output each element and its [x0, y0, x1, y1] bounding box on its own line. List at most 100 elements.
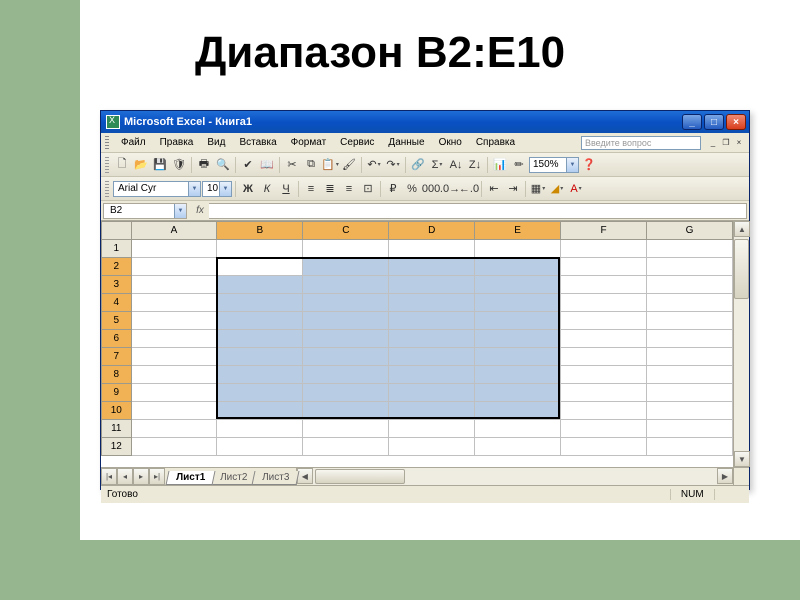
row-header-7[interactable]: 7 [102, 348, 132, 366]
cell-F12[interactable] [561, 438, 647, 456]
cell-D2[interactable] [389, 258, 475, 276]
cell-C7[interactable] [303, 348, 389, 366]
cell-D8[interactable] [389, 366, 475, 384]
vscroll-track[interactable] [734, 237, 749, 451]
cell-B7[interactable] [217, 348, 303, 366]
cell-A8[interactable] [131, 366, 217, 384]
cell-E2[interactable] [475, 258, 561, 276]
chevron-down-icon[interactable]: ▼ [188, 182, 200, 196]
copy-icon[interactable]: ⧉ [302, 156, 320, 174]
cell-E5[interactable] [475, 312, 561, 330]
sheet-tab-Лист1[interactable]: Лист1 [166, 471, 216, 485]
col-header-G[interactable]: G [646, 222, 732, 240]
cell-E1[interactable] [475, 240, 561, 258]
sheet-tab-Лист2[interactable]: Лист2 [210, 471, 258, 485]
font-size-combo[interactable]: 10 ▼ [202, 181, 232, 197]
underline-icon[interactable]: Ч [277, 180, 295, 198]
menu-data[interactable]: Данные [382, 135, 430, 150]
print-preview-icon[interactable]: 🔍 [214, 156, 232, 174]
zoom-combo[interactable]: 150% ▼ [529, 157, 579, 173]
italic-icon[interactable]: К [258, 180, 276, 198]
bold-icon[interactable]: Ж [239, 180, 257, 198]
cell-B10[interactable] [217, 402, 303, 420]
cell-A12[interactable] [131, 438, 217, 456]
cell-D4[interactable] [389, 294, 475, 312]
help-search-box[interactable]: Введите вопрос [581, 136, 701, 150]
align-left-icon[interactable]: ≡ [302, 180, 320, 198]
cell-A4[interactable] [131, 294, 217, 312]
cell-C8[interactable] [303, 366, 389, 384]
cell-B9[interactable] [217, 384, 303, 402]
chevron-down-icon[interactable]: ▼ [174, 204, 186, 218]
increase-decimal-icon[interactable]: .0→ [441, 180, 459, 198]
tab-first-icon[interactable]: |◂ [101, 468, 117, 485]
row-header-9[interactable]: 9 [102, 384, 132, 402]
menu-file[interactable]: Файл [115, 135, 152, 150]
tab-next-icon[interactable]: ▸ [133, 468, 149, 485]
font-color-icon[interactable]: A [567, 180, 585, 198]
cell-B3[interactable] [217, 276, 303, 294]
cell-B6[interactable] [217, 330, 303, 348]
title-bar[interactable]: Microsoft Excel - Книга1 _ □ × [101, 111, 749, 133]
row-header-8[interactable]: 8 [102, 366, 132, 384]
cell-G12[interactable] [646, 438, 732, 456]
research-icon[interactable]: 📖 [258, 156, 276, 174]
cell-E4[interactable] [475, 294, 561, 312]
cell-D9[interactable] [389, 384, 475, 402]
formula-input[interactable] [209, 203, 747, 219]
open-icon[interactable]: 📂 [132, 156, 150, 174]
cell-A6[interactable] [131, 330, 217, 348]
font-combo[interactable]: Arial Cyr ▼ [113, 181, 201, 197]
paste-icon[interactable]: 📋 [321, 156, 339, 174]
cell-C1[interactable] [303, 240, 389, 258]
cell-G4[interactable] [646, 294, 732, 312]
decrease-indent-icon[interactable]: ⇤ [485, 180, 503, 198]
undo-icon[interactable]: ↶ [365, 156, 383, 174]
cell-E6[interactable] [475, 330, 561, 348]
merge-center-icon[interactable]: ⊡ [359, 180, 377, 198]
row-header-11[interactable]: 11 [102, 420, 132, 438]
sort-asc-icon[interactable]: A↓ [447, 156, 465, 174]
align-right-icon[interactable]: ≡ [340, 180, 358, 198]
drawing-icon[interactable]: ✏ [510, 156, 528, 174]
cell-D1[interactable] [389, 240, 475, 258]
vertical-scrollbar[interactable]: ▲ ▼ [733, 221, 749, 467]
cell-A2[interactable] [131, 258, 217, 276]
chart-wizard-icon[interactable]: 📊 [491, 156, 509, 174]
cell-G7[interactable] [646, 348, 732, 366]
permission-icon[interactable]: 🛡 [170, 156, 188, 174]
cell-F5[interactable] [561, 312, 647, 330]
cell-D7[interactable] [389, 348, 475, 366]
toolbar-grip[interactable] [105, 181, 109, 197]
format-painter-icon[interactable]: 🖌 [340, 156, 358, 174]
cell-A11[interactable] [131, 420, 217, 438]
new-icon[interactable]: 🗋 [113, 156, 131, 174]
cell-G11[interactable] [646, 420, 732, 438]
cell-E9[interactable] [475, 384, 561, 402]
cell-A7[interactable] [131, 348, 217, 366]
cell-E10[interactable] [475, 402, 561, 420]
fill-color-icon[interactable]: ◢ [548, 180, 566, 198]
cell-A10[interactable] [131, 402, 217, 420]
doc-minimize-button[interactable]: _ [707, 137, 719, 149]
decrease-decimal-icon[interactable]: ←.0 [460, 180, 478, 198]
cell-D3[interactable] [389, 276, 475, 294]
cell-A1[interactable] [131, 240, 217, 258]
scroll-right-icon[interactable]: ▶ [717, 468, 733, 484]
sheet-grid-scroll[interactable]: ABCDEFG123456789101112 [101, 221, 733, 467]
cell-A3[interactable] [131, 276, 217, 294]
col-header-C[interactable]: C [303, 222, 389, 240]
cell-D6[interactable] [389, 330, 475, 348]
cell-F11[interactable] [561, 420, 647, 438]
cell-F6[interactable] [561, 330, 647, 348]
cell-G2[interactable] [646, 258, 732, 276]
cell-F4[interactable] [561, 294, 647, 312]
cell-F3[interactable] [561, 276, 647, 294]
borders-icon[interactable]: ▦ [529, 180, 547, 198]
select-all-corner[interactable] [102, 222, 132, 240]
menu-tools[interactable]: Сервис [334, 135, 380, 150]
menu-format[interactable]: Формат [285, 135, 333, 150]
row-header-2[interactable]: 2 [102, 258, 132, 276]
cut-icon[interactable]: ✂ [283, 156, 301, 174]
cell-C12[interactable] [303, 438, 389, 456]
